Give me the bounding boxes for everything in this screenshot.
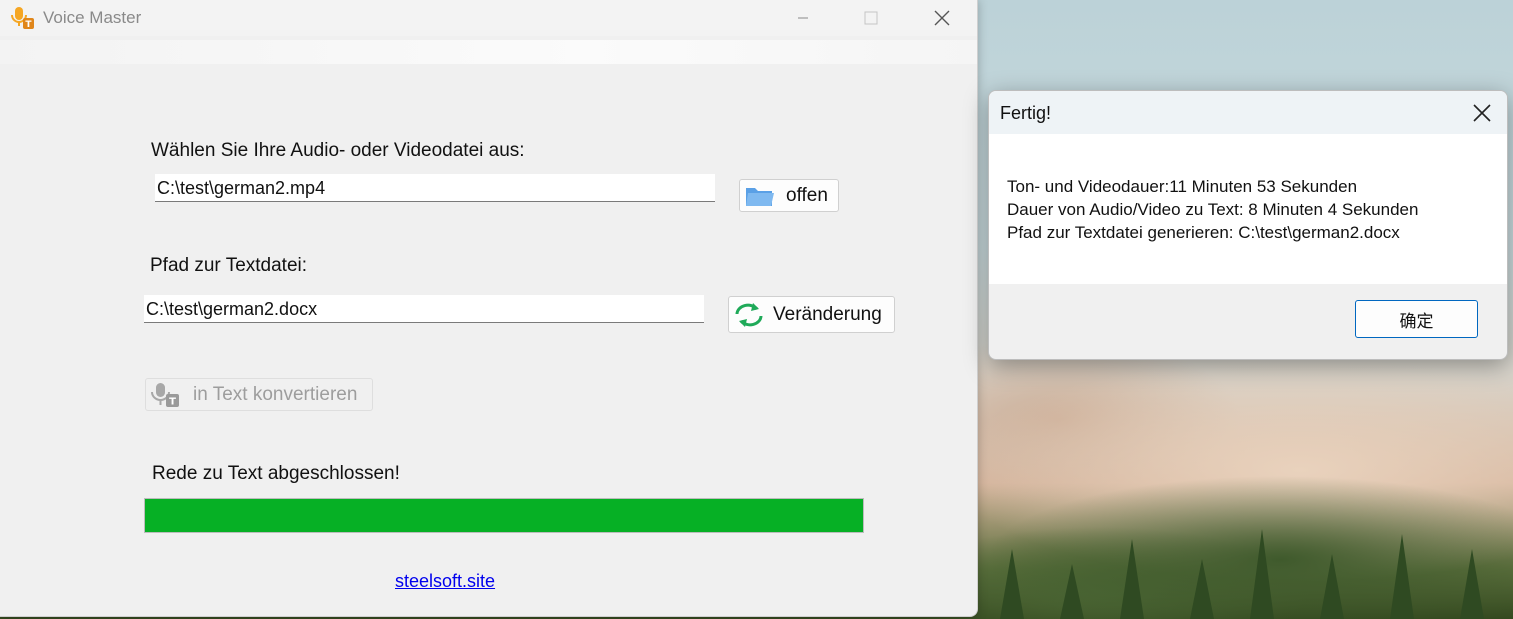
dialog-title-bar[interactable]: Fertig!: [989, 91, 1507, 134]
menu-strip: [0, 40, 977, 64]
tree-shape: [1250, 529, 1274, 619]
progress-bar-fill: [145, 499, 863, 532]
dialog-message-area: Ton- und Videodauer:11 Minuten 53 Sekund…: [989, 134, 1507, 284]
title-bar[interactable]: T Voice Master: [0, 0, 977, 36]
open-button[interactable]: offen: [739, 179, 839, 212]
folder-icon: [744, 183, 776, 209]
status-text: Rede zu Text abgeschlossen!: [152, 463, 400, 484]
tree-shape: [1060, 564, 1084, 619]
close-icon: [1473, 103, 1491, 122]
refresh-icon: [731, 300, 767, 330]
dialog-title: Fertig!: [1000, 103, 1052, 123]
website-link[interactable]: steelsoft.site: [395, 571, 495, 592]
svg-text:T: T: [169, 396, 176, 407]
input-file-field[interactable]: C:\test\german2.mp4: [155, 174, 715, 202]
microphone-text-icon: T: [150, 381, 182, 409]
completion-dialog: Fertig! Ton- und Videodauer:11 Minuten 5…: [988, 90, 1508, 360]
convert-button[interactable]: T in Text konvertieren: [145, 378, 373, 411]
dialog-message-line: Pfad zur Textdatei generieren: C:\test\g…: [1007, 223, 1400, 242]
change-button-label: Veränderung: [773, 303, 882, 325]
tree-shape: [1190, 559, 1214, 619]
window-title: Voice Master: [43, 8, 142, 27]
tree-shape: [1390, 534, 1414, 619]
change-button[interactable]: Veränderung: [728, 296, 895, 333]
app-microphone-icon: T: [10, 5, 36, 31]
tree-shape: [1460, 549, 1484, 619]
close-icon: [934, 10, 950, 26]
tree-shape: [1120, 539, 1144, 619]
minimize-icon: [798, 17, 808, 19]
tree-shape: [1320, 554, 1344, 619]
maximize-icon: [864, 11, 878, 25]
convert-button-label: in Text konvertieren: [193, 383, 358, 405]
maximize-button[interactable]: [848, 0, 894, 36]
main-window: T Voice Master Wählen Sie Ihre Audio- od…: [0, 0, 978, 617]
output-path-field[interactable]: C:\test\german2.docx: [144, 295, 704, 323]
dialog-message-line: Dauer von Audio/Video zu Text: 8 Minuten…: [1007, 200, 1419, 219]
output-path-label: Pfad zur Textdatei:: [150, 255, 308, 276]
minimize-button[interactable]: [780, 0, 826, 36]
tree-shape: [1000, 549, 1024, 619]
ok-button[interactable]: 确定: [1355, 300, 1478, 338]
progress-bar: [144, 498, 864, 533]
dialog-message-line: Ton- und Videodauer:11 Minuten 53 Sekund…: [1007, 177, 1358, 196]
close-button[interactable]: [919, 0, 965, 36]
svg-text:T: T: [25, 20, 32, 30]
open-button-label: offen: [786, 184, 828, 206]
input-file-label: Wählen Sie Ihre Audio- oder Videodatei a…: [151, 140, 525, 161]
dialog-close-button[interactable]: [1459, 91, 1505, 134]
